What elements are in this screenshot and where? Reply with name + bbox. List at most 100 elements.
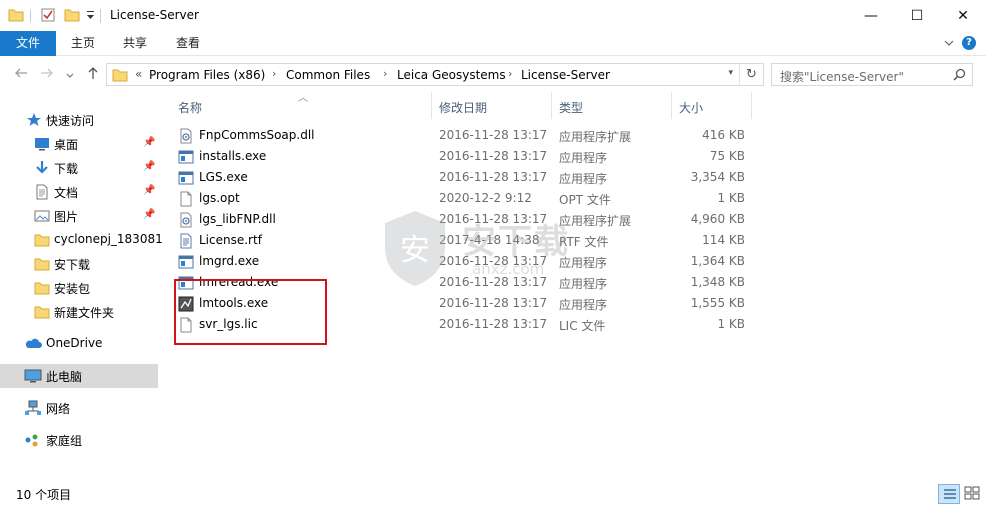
dll-icon (178, 128, 194, 147)
sidebar-item-cyclonepj[interactable]: cyclonepj_183081 (0, 228, 163, 252)
close-button[interactable]: ✕ (940, 0, 986, 31)
sidebar-item-pictures[interactable]: 图片 📌 (0, 204, 158, 228)
exe-icon (178, 254, 194, 273)
sidebar-item-install-packages[interactable]: 安装包 (0, 276, 158, 300)
sidebar-item-downloads[interactable]: 下载 📌 (0, 156, 158, 180)
column-type[interactable]: 类型 (559, 99, 583, 116)
picture-icon (34, 208, 50, 227)
title-bar: License-Server — ☐ ✕ (0, 0, 986, 31)
tab-home[interactable]: 主页 (56, 31, 110, 56)
column-size[interactable]: 大小 (679, 99, 703, 116)
sidebar-item-network[interactable]: 网络 (0, 396, 158, 420)
column-divider[interactable] (431, 92, 432, 119)
help-icon[interactable]: ? (962, 36, 976, 50)
address-dropdown-icon[interactable]: ▾ (728, 68, 733, 78)
column-date[interactable]: 修改日期 (439, 99, 487, 116)
table-row[interactable]: installs.exe 2016-11-28 13:17 应用程序 75 KB (172, 146, 752, 167)
shield-icon: 安 (385, 211, 445, 286)
large-icons-view-button[interactable] (962, 484, 984, 504)
sidebar-item-new-folder[interactable]: 新建文件夹 (0, 300, 158, 324)
pin-icon[interactable]: 📌 (143, 209, 155, 220)
sidebar-item-anxiazai[interactable]: 安下载 (0, 252, 158, 276)
recent-locations-icon[interactable] (66, 69, 74, 84)
pin-icon[interactable]: 📌 (143, 185, 155, 196)
search-box[interactable]: 搜索"License-Server" (771, 63, 973, 86)
properties-icon[interactable] (40, 7, 56, 26)
column-divider[interactable] (751, 92, 752, 119)
sidebar-item-homegroup[interactable]: 家庭组 (0, 428, 158, 452)
dll-icon (178, 212, 194, 231)
file-type: 应用程序 (559, 151, 608, 165)
breadcrumb-item[interactable]: Common Files (286, 68, 370, 82)
file-type: OPT 文件 (559, 193, 611, 207)
sidebar-item-label: 安下载 (54, 258, 91, 272)
navigation-pane: 快速访问 桌面 📌 下载 📌 文档 📌 图片 📌 cyclonepj_18308… (0, 92, 163, 482)
watermark-glyph: 安 (400, 233, 430, 268)
tab-view[interactable]: 查看 (161, 31, 215, 56)
file-date: 2016-11-28 13:17 (439, 170, 548, 184)
computer-icon (24, 368, 42, 387)
minimize-button[interactable]: — (848, 0, 894, 31)
document-icon (34, 184, 50, 203)
sidebar-item-label: 图片 (54, 210, 79, 224)
breadcrumb-separator-icon[interactable]: › (272, 67, 276, 80)
column-name[interactable]: 名称 (178, 99, 202, 116)
large-icons-view-icon (964, 486, 980, 500)
expand-ribbon-icon[interactable] (944, 37, 954, 51)
up-icon[interactable] (86, 66, 100, 84)
table-row[interactable]: LGS.exe 2016-11-28 13:17 应用程序 3,354 KB (172, 167, 752, 188)
column-divider[interactable] (671, 92, 672, 119)
table-row[interactable]: lgs.opt 2020-12-2 9:12 OPT 文件 1 KB (172, 188, 752, 209)
file-icon (178, 191, 194, 210)
file-type: 应用程序扩展 (559, 130, 632, 144)
customize-toolbar-icon[interactable] (86, 9, 96, 24)
file-name: lgs_libFNP.dll (199, 212, 276, 226)
maximize-button[interactable]: ☐ (894, 0, 940, 31)
exe-icon (178, 170, 194, 189)
sidebar-item-documents[interactable]: 文档 📌 (0, 180, 158, 204)
tab-file[interactable]: 文件 (0, 31, 56, 56)
table-row[interactable]: FnpCommsSoap.dll 2016-11-28 13:17 应用程序扩展 41… (172, 125, 752, 146)
file-type: 应用程序 (559, 172, 608, 186)
address-bar[interactable]: « Program Files (x86) › Common Files › L… (106, 63, 764, 86)
file-name: LGS.exe (199, 170, 248, 184)
network-icon (24, 400, 42, 419)
navigation-row: « Program Files (x86) › Common Files › L… (0, 56, 986, 92)
file-size: 1,348 KB (690, 275, 745, 289)
breadcrumb-overflow[interactable]: « (135, 67, 142, 81)
sidebar-item-desktop[interactable]: 桌面 📌 (0, 132, 158, 156)
file-date: 2016-11-28 13:17 (439, 149, 548, 163)
search-icon[interactable] (953, 68, 966, 84)
pin-icon[interactable]: 📌 (143, 137, 155, 148)
tab-share[interactable]: 共享 (108, 31, 162, 56)
separator (30, 10, 32, 25)
new-folder-icon[interactable] (64, 7, 80, 26)
breadcrumb-separator-icon[interactable]: › (508, 67, 512, 80)
rtf-icon (178, 233, 194, 252)
folder-icon (112, 68, 128, 85)
details-view-button[interactable] (938, 484, 960, 504)
breadcrumb-item[interactable]: Program Files (x86) (149, 68, 265, 82)
sort-ascending-icon: ︿ (298, 93, 308, 104)
breadcrumb-item[interactable]: Leica Geosystems (397, 68, 506, 82)
file-date: 2020-12-2 9:12 (439, 191, 532, 205)
desktop-icon (34, 136, 50, 155)
file-date: 2016-11-28 13:17 (439, 317, 548, 331)
file-date: 2016-11-28 13:17 (439, 296, 548, 310)
column-divider[interactable] (551, 92, 552, 119)
back-icon[interactable] (14, 66, 28, 84)
sidebar-item-onedrive[interactable]: OneDrive (0, 332, 158, 356)
breadcrumb-separator-icon[interactable]: › (383, 67, 387, 80)
file-name: License.rtf (199, 233, 262, 247)
refresh-button[interactable]: ↻ (739, 64, 763, 85)
homegroup-icon (24, 432, 42, 451)
forward-icon[interactable] (40, 66, 54, 84)
folder-icon (34, 232, 50, 251)
sidebar-item-quick-access[interactable]: 快速访问 (0, 108, 158, 132)
sidebar-item-label: 网络 (46, 402, 71, 416)
sidebar-item-this-pc[interactable]: 此电脑 (0, 364, 158, 388)
pin-icon[interactable]: 📌 (143, 161, 155, 172)
item-count: 10 个项目 (16, 488, 72, 502)
breadcrumb-item[interactable]: License-Server (521, 68, 610, 82)
file-size: 75 KB (709, 149, 745, 163)
